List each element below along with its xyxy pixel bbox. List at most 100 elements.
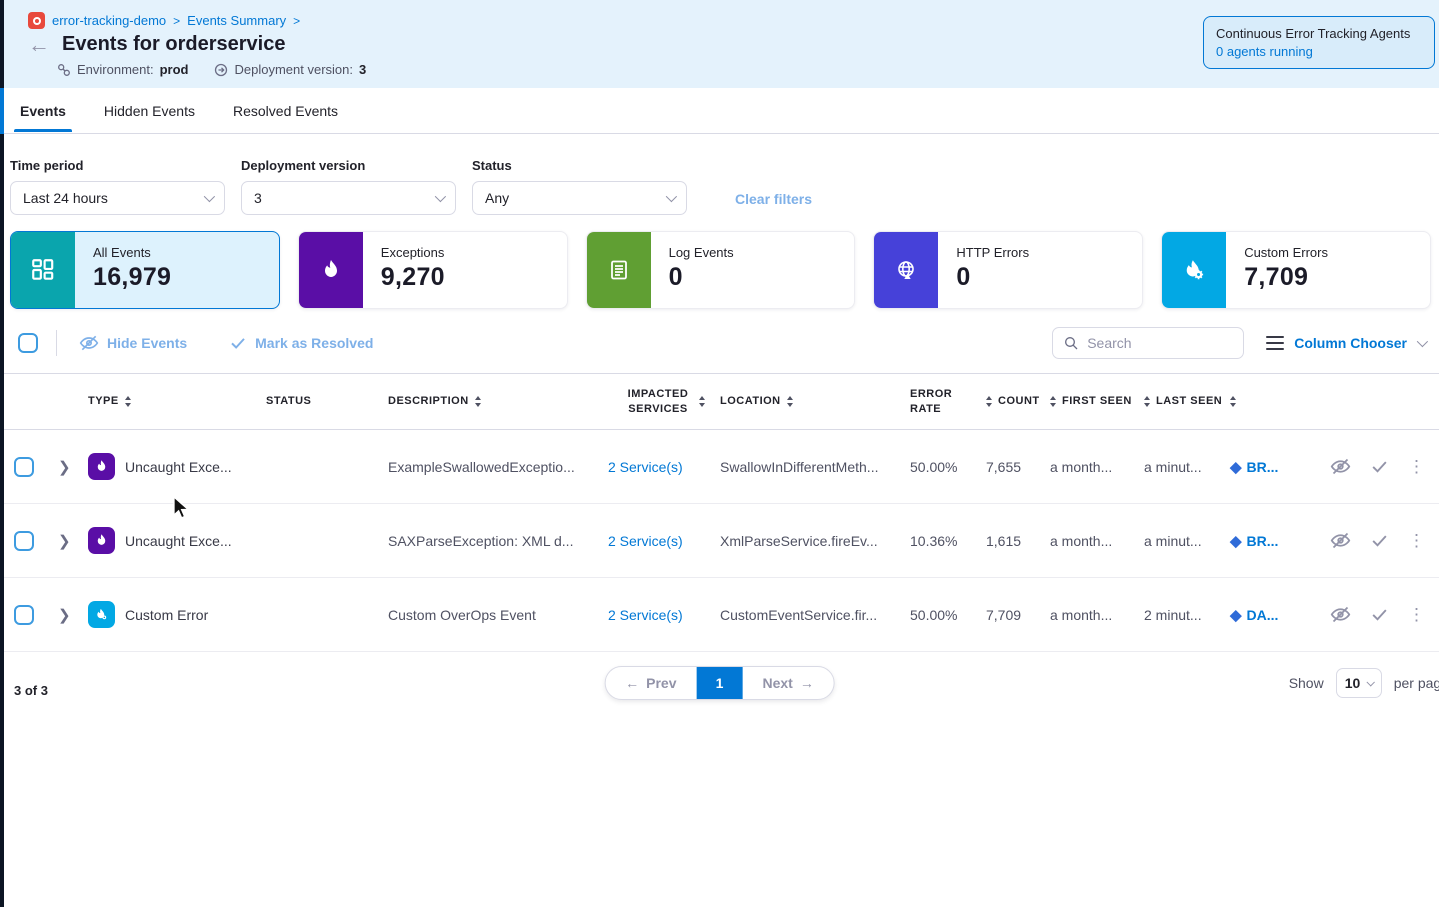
card-http-errors[interactable]: HTTP Errors 0 [873,231,1143,309]
last-seen: a minut... [1144,533,1230,549]
tab-hidden-events[interactable]: Hidden Events [102,90,197,132]
hide-event-icon[interactable] [1330,530,1351,551]
card-value: 0 [956,263,1029,292]
row-menu-icon[interactable]: ⋮ [1408,606,1425,623]
breadcrumb-project-link[interactable]: error-tracking-demo [52,13,166,28]
event-location: SwallowInDifferentMeth... [720,459,910,475]
tab-events[interactable]: Events [18,90,68,132]
log-file-icon [587,232,651,308]
card-label: Custom Errors [1244,245,1328,260]
event-type: Uncaught Exce... [125,533,232,549]
card-value: 7,709 [1244,263,1328,292]
version-link[interactable]: ◆ BR... [1230,458,1316,476]
table-row: ❯ Uncaught Exce... ExampleSwallowedExcep… [0,430,1439,504]
back-arrow-icon[interactable]: ← [28,35,50,55]
breadcrumb-separator: > [173,14,180,28]
card-value: 0 [669,263,734,292]
row-menu-icon[interactable]: ⋮ [1408,532,1425,549]
resolve-check-icon[interactable] [1370,605,1389,624]
status-label: Status [472,158,687,173]
chevron-down-icon [666,191,677,202]
sort-icon[interactable] [125,396,131,407]
deployment-version-icon [214,63,228,77]
event-description: ExampleSwallowedExceptio... [388,459,608,475]
chevron-down-icon [1417,336,1428,347]
hide-event-icon[interactable] [1330,456,1351,477]
card-label: HTTP Errors [956,245,1029,260]
sort-icon[interactable] [986,396,992,407]
error-rate: 10.36% [910,533,986,549]
search-input[interactable] [1087,335,1217,351]
toolbar-divider [56,330,57,356]
flame-icon [88,453,115,480]
error-rate: 50.00% [910,607,986,623]
error-rate: 50.00% [910,459,986,475]
page-size-control: Show 10 per page [1289,668,1439,698]
sort-icon[interactable] [1050,396,1056,407]
expand-chevron-icon[interactable]: ❯ [54,458,88,476]
summary-cards: All Events 16,979 Exceptions 9,270 Log E… [0,225,1439,309]
row-checkbox[interactable] [14,457,34,477]
column-chooser-label: Column Chooser [1294,335,1407,351]
card-exceptions[interactable]: Exceptions 9,270 [298,231,568,309]
impacted-services-link[interactable]: 2 Service(s) [608,533,720,549]
current-page-button[interactable]: 1 [697,666,743,700]
row-checkbox[interactable] [14,531,34,551]
hide-events-button[interactable]: Hide Events [79,333,187,353]
resolve-check-icon[interactable] [1370,457,1389,476]
hide-event-icon[interactable] [1330,604,1351,625]
rows-summary: 3 of 3 [14,683,48,698]
event-location: CustomEventService.fir... [720,607,910,623]
page-size-select[interactable]: 10 [1336,668,1382,698]
time-period-select[interactable]: Last 24 hours [10,181,225,215]
prev-page-button[interactable]: ← Prev [605,675,696,691]
sort-icon[interactable] [699,396,705,407]
next-page-button[interactable]: Next → [743,675,834,691]
clear-filters-button[interactable]: Clear filters [735,191,812,207]
breadcrumb-page-link[interactable]: Events Summary [187,13,286,28]
show-label: Show [1289,675,1324,691]
mark-resolved-label: Mark as Resolved [255,335,373,351]
flame-icon [299,232,363,308]
version-link[interactable]: ◆ BR... [1230,532,1316,550]
check-icon [229,334,247,352]
event-description: SAXParseException: XML d... [388,533,608,549]
card-label: Exceptions [381,245,445,260]
deployment-version-select[interactable]: 3 [241,181,456,215]
card-log-events[interactable]: Log Events 0 [586,231,856,309]
event-location: XmlParseService.fireEv... [720,533,910,549]
deployment-meta: Deployment version: 3 [214,62,366,77]
table-row: ❯ Custom Error Custom OverOps Event 2 Se… [0,578,1439,652]
expand-chevron-icon[interactable]: ❯ [54,532,88,550]
expand-chevron-icon[interactable]: ❯ [54,606,88,624]
sort-icon[interactable] [475,396,481,407]
version-link[interactable]: ◆ DA... [1230,606,1316,624]
sort-icon[interactable] [1230,396,1236,407]
card-custom-errors[interactable]: Custom Errors 7,709 [1161,231,1431,309]
sort-icon[interactable] [1144,396,1150,407]
card-all-events[interactable]: All Events 16,979 [10,231,280,309]
impacted-services-link[interactable]: 2 Service(s) [608,459,720,475]
resolve-check-icon[interactable] [1370,531,1389,550]
row-menu-icon[interactable]: ⋮ [1408,458,1425,475]
agents-running-link[interactable]: 0 agents running [1216,44,1422,59]
column-chooser-button[interactable]: Column Chooser [1266,335,1425,351]
events-table: TYPE STATUS DESCRIPTION IMPACTED SERVICE… [0,373,1439,652]
select-all-checkbox[interactable] [18,333,38,353]
time-period-value: Last 24 hours [23,190,108,206]
deployment-version-label: Deployment version [241,158,456,173]
col-last-seen: LAST SEEN [1156,394,1222,408]
tab-resolved-events[interactable]: Resolved Events [231,90,340,132]
flame-icon [88,527,115,554]
sort-icon[interactable] [787,396,793,407]
diamond-icon: ◆ [1230,532,1242,550]
event-count: 7,655 [986,459,1050,475]
impacted-services-link[interactable]: 2 Service(s) [608,607,720,623]
chevron-down-icon [435,191,446,202]
mark-resolved-button[interactable]: Mark as Resolved [229,334,373,352]
row-checkbox[interactable] [14,605,34,625]
status-select[interactable]: Any [472,181,687,215]
tab-bar: Events Hidden Events Resolved Events [0,88,1439,134]
page-header: error-tracking-demo > Events Summary > ←… [0,0,1439,88]
search-icon [1063,335,1079,351]
